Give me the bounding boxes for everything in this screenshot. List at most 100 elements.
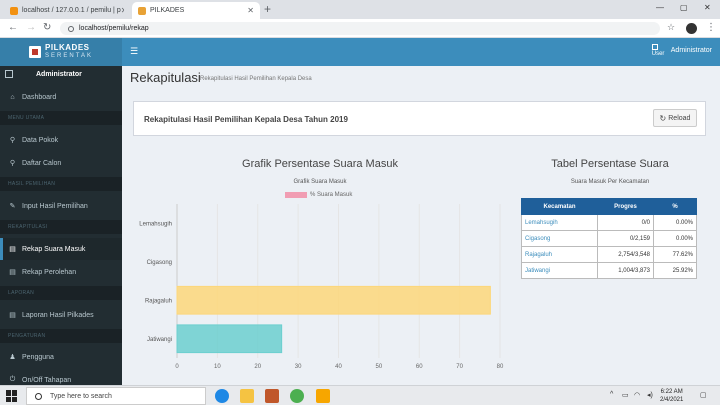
reload-label: Reload xyxy=(668,114,691,122)
sidebar-item-on-off-tahapan[interactable]: ⏻ On/Off Tahapan xyxy=(0,369,122,385)
cell-percent: 0.00% xyxy=(653,230,697,247)
sidebar-user-avatar xyxy=(5,70,13,78)
ballot-box-icon xyxy=(29,46,42,58)
taskbar-search-input[interactable]: Type here to search xyxy=(26,387,206,405)
x-tick-label: 40 xyxy=(335,364,342,370)
report-icon: ▤ xyxy=(9,246,16,253)
chart-title: Grafik Suara Masuk xyxy=(293,179,347,185)
sidebar-item-label: Dashboard xyxy=(22,93,57,101)
browser-tab-pilkades[interactable]: PILKADES ✕ xyxy=(132,2,260,19)
sidebar-item-dashboard[interactable]: ⌂ Dashboard xyxy=(0,86,122,108)
browser-menu-icon[interactable]: ⋮ xyxy=(706,22,716,33)
sidebar-item-rekap-perolehan[interactable]: ▤ Rekap Perolehan xyxy=(0,261,122,283)
tray-chevron-up-icon[interactable]: ^ xyxy=(610,391,613,398)
minimize-icon[interactable]: — xyxy=(656,3,664,12)
chrome-icon[interactable] xyxy=(290,389,304,403)
search-icon xyxy=(35,392,42,400)
table-row: Cigasong 0/2,159 0.00% xyxy=(521,230,697,247)
cell-progres: 2,754/3,548 xyxy=(597,246,654,263)
cell-percent: 0.00% xyxy=(653,214,697,231)
sidebar-header-pengaturan: PENGATURAN xyxy=(0,329,122,343)
url-input[interactable]: localhost/pemilu/rekap xyxy=(60,22,660,35)
cell-percent: 25.92% xyxy=(653,262,697,279)
back-icon[interactable]: ← xyxy=(8,22,18,33)
tab-title: localhost / 127.0.0.1 / pemilu | p xyxy=(22,7,121,14)
sidebar: Administrator ⌂ Dashboard MENU UTAMA ⚲ D… xyxy=(0,66,122,385)
cell-progres: 1,004/3,873 xyxy=(597,262,654,279)
column-header-percent: % xyxy=(653,198,697,215)
x-tick-label: 70 xyxy=(456,364,463,370)
sidebar-user-name: Administrator xyxy=(36,71,82,78)
cell-percent: 77.62% xyxy=(653,246,697,263)
sidebar-user-panel: Administrator xyxy=(0,66,122,84)
refresh-icon[interactable]: ↻ xyxy=(43,22,51,33)
sidebar-item-input-hasil[interactable]: ✎ Input Hasil Pemilihan xyxy=(0,195,122,217)
percentage-table: Kecamatan Progres % Lemahsugih 0/0 0.00%… xyxy=(521,198,697,279)
reload-button[interactable]: ↻ Reload xyxy=(653,109,697,127)
volume-icon[interactable]: ◂) xyxy=(647,391,653,399)
sidebar-header-rekapitulasi: REKAPITULASI xyxy=(0,220,122,234)
legend-label: % Suara Masuk xyxy=(310,192,353,198)
windows-start-icon[interactable] xyxy=(6,390,18,402)
cell-progres: 0/2,159 xyxy=(597,230,654,247)
close-tab-icon[interactable]: ✕ xyxy=(247,6,254,15)
address-bar-row: ← → ↻ localhost/pemilu/rekap ☆ ⋮ xyxy=(0,19,720,38)
box-title: Rekapitulasi Hasil Pemilihan Kepala Desa… xyxy=(144,115,348,124)
profile-avatar[interactable] xyxy=(686,23,697,34)
bookmark-star-icon[interactable]: ☆ xyxy=(667,22,675,33)
forward-icon[interactable]: → xyxy=(26,22,36,33)
page-subtitle: Rekapitulasi Hasil Pemilihan Kepala Desa xyxy=(200,76,312,82)
new-tab-icon[interactable]: + xyxy=(264,2,271,16)
network-icon[interactable]: ▭ xyxy=(622,391,629,399)
clock-date: 2/4/2021 xyxy=(660,397,684,403)
sidebar-item-label: Data Pokok xyxy=(22,136,59,144)
user-menu[interactable]: User Administrator xyxy=(651,44,712,58)
sidebar-item-label: Rekap Perolehan xyxy=(22,268,77,276)
taskbar-clock[interactable]: 6:22 AM 2/4/2021 xyxy=(660,388,683,404)
search-placeholder: Type here to search xyxy=(50,392,112,400)
pilkades-favicon-icon xyxy=(138,6,146,15)
close-tab-icon[interactable]: ✕ xyxy=(121,6,124,15)
wifi-icon[interactable]: ◠ xyxy=(634,391,640,399)
close-window-icon[interactable]: ✕ xyxy=(704,3,711,12)
maximize-icon[interactable]: ▢ xyxy=(680,3,688,12)
x-tick-label: 60 xyxy=(416,364,423,370)
y-tick-label: Jatiwangi xyxy=(147,337,172,343)
sidebar-item-pengguna[interactable]: ♟ Pengguna xyxy=(0,346,122,368)
sidebar-item-rekap-suara-masuk[interactable]: ▤ Rekap Suara Masuk xyxy=(0,238,122,260)
sidebar-item-label: Daftar Calon xyxy=(22,159,62,167)
bar-chart: 0 10 20 30 40 50 60 70 80 Lemahsugih Cigasong Rajag… xyxy=(139,204,504,370)
notifications-icon[interactable]: ▢ xyxy=(700,391,707,399)
x-tick-label: 10 xyxy=(214,364,221,370)
xampp-icon[interactable] xyxy=(265,389,279,403)
x-tick-label: 0 xyxy=(175,364,179,370)
report-icon: ▤ xyxy=(9,269,16,276)
report-icon: ▤ xyxy=(9,312,16,319)
table-heading: Tabel Persentase Suara xyxy=(551,158,669,170)
sidebar-item-label: On/Off Tahapan xyxy=(22,376,72,384)
broken-image-icon xyxy=(651,44,658,50)
site-info-icon[interactable] xyxy=(68,25,74,32)
cell-progres: 0/0 xyxy=(597,214,654,231)
table-row: Lemahsugih 0/0 0.00% xyxy=(521,214,697,231)
tab-title: PILKADES xyxy=(150,7,185,14)
y-tick-label: Rajagaluh xyxy=(145,298,172,304)
map-marker-icon: ⚲ xyxy=(9,137,16,144)
browser-tab-phpmyadmin[interactable]: localhost / 127.0.0.1 / pemilu | p ✕ xyxy=(4,2,124,19)
user-avatar: User xyxy=(651,44,668,58)
sidebar-item-laporan-hasil[interactable]: ▤ Laporan Hasil Pilkades xyxy=(0,304,122,326)
home-icon: ⌂ xyxy=(10,93,15,101)
browser-tab-strip: localhost / 127.0.0.1 / pemilu | p ✕ PIL… xyxy=(0,0,720,19)
sidebar-item-daftar-calon[interactable]: ⚲ Daftar Calon xyxy=(0,152,122,174)
sidebar-item-label: Input Hasil Pemilihan xyxy=(22,202,88,210)
edge-icon[interactable] xyxy=(215,389,229,403)
chart-legend[interactable]: % Suara Masuk xyxy=(285,192,352,198)
table-row: Rajagaluh 2,754/3,548 77.62% xyxy=(521,246,697,263)
file-explorer-icon[interactable] xyxy=(240,389,254,403)
sidebar-item-data-pokok[interactable]: ⚲ Data Pokok xyxy=(0,129,122,151)
phpmyadmin-favicon-icon xyxy=(10,6,18,15)
app-logo[interactable]: PILKADES SERENTAK xyxy=(0,38,122,66)
sublime-text-icon[interactable] xyxy=(316,389,330,403)
column-header-progres: Progres xyxy=(597,198,654,215)
sidebar-toggle-icon[interactable]: ☰ xyxy=(130,46,138,57)
